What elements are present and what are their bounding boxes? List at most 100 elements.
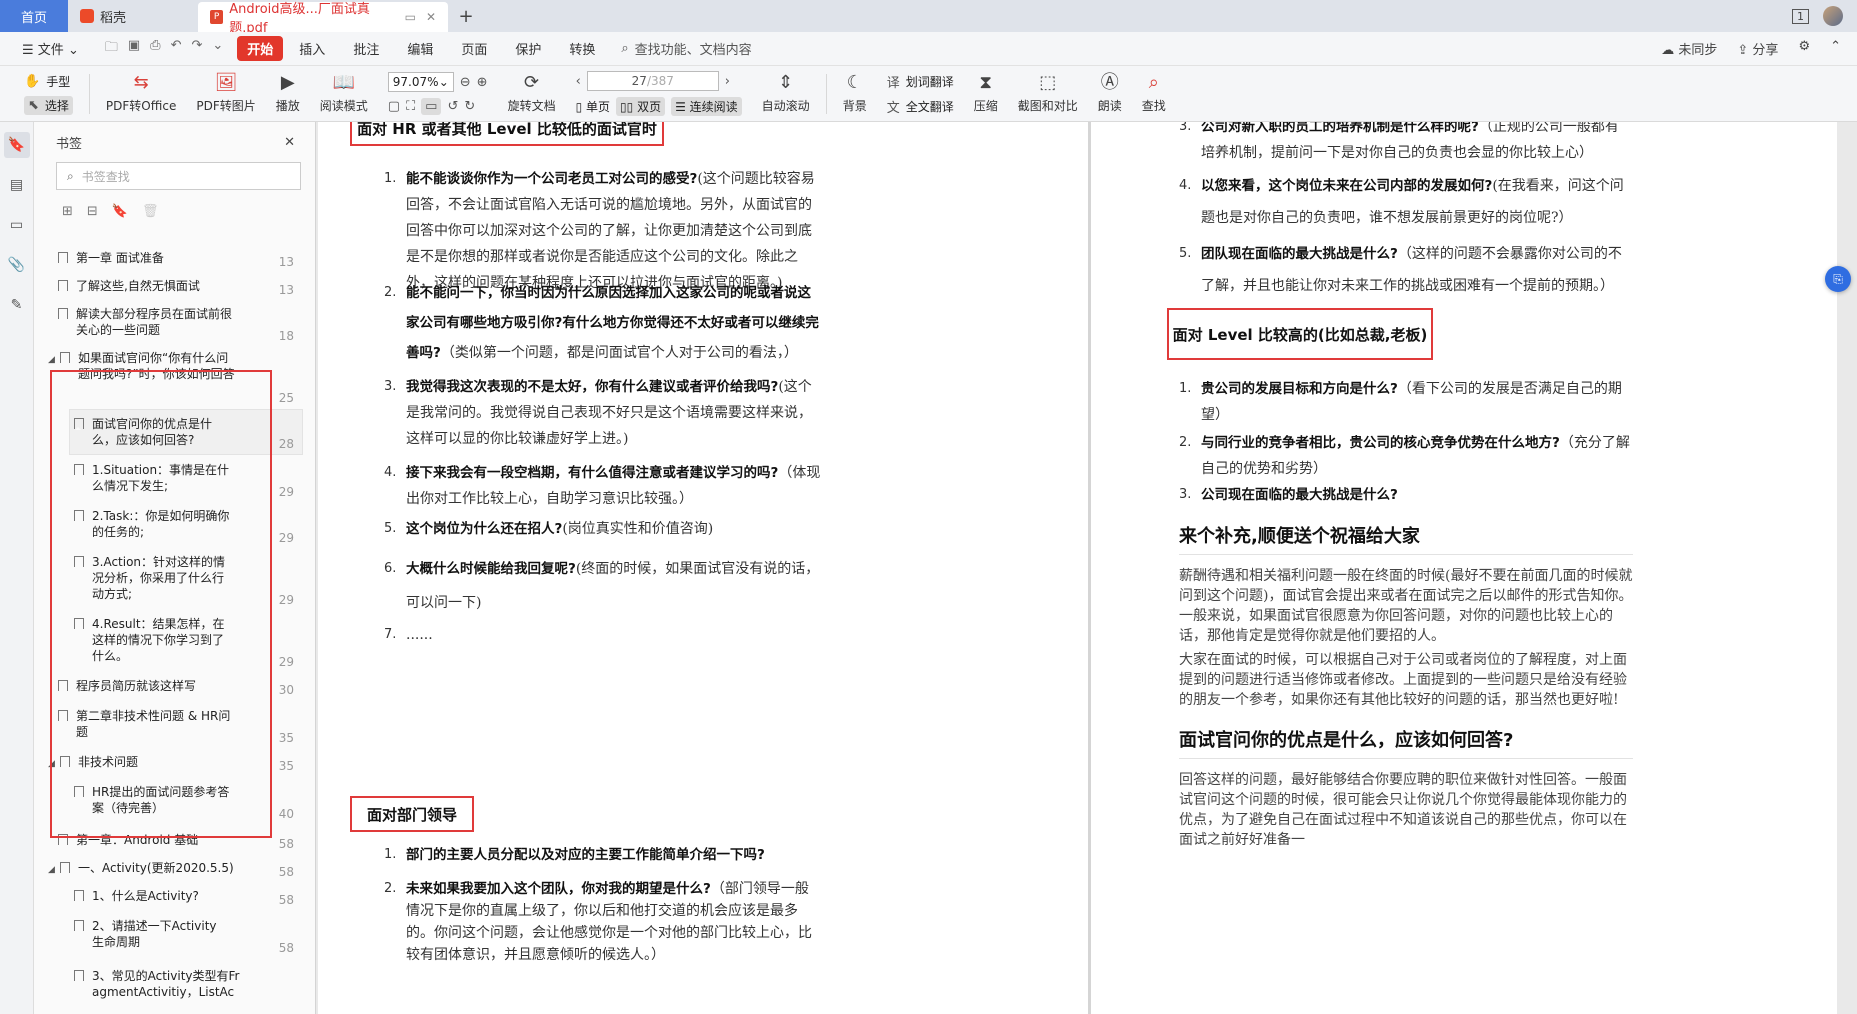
compress-icon: ⧗ xyxy=(979,72,993,93)
menu-file[interactable]: ☰ 文件 ⌄ xyxy=(10,35,91,62)
bookmark-item[interactable]: 1、什么是Activity? 58 xyxy=(74,882,316,910)
bookmark-label: 1、什么是Activity? xyxy=(92,889,199,903)
more-icon[interactable]: ⌄ xyxy=(212,38,223,60)
next-page-icon[interactable]: › xyxy=(725,74,730,89)
bookmark-panel-icon[interactable]: 🔖 xyxy=(3,132,30,158)
pdf-to-image-button[interactable]: 🖼 PDF转图片 xyxy=(186,73,265,114)
moon-icon: ☾ xyxy=(846,72,863,93)
single-page-button[interactable]: ▯ 单页 xyxy=(576,98,610,115)
question-bold: 我觉得我这次表现的不是太好，你有什么建议或者评价给我吗? xyxy=(406,379,779,395)
item-number: 1. xyxy=(384,171,397,186)
menu-search[interactable]: ⌕ 查找功能、文档内容 xyxy=(611,35,761,62)
question-bold: 能不能谈谈你作为一个公司老员工对公司的感受? xyxy=(406,171,698,187)
menu-start[interactable]: 开始 xyxy=(237,36,284,61)
add-bookmark-icon[interactable]: 🔖 xyxy=(112,204,128,228)
word-translate-button[interactable]: 译划词翻译 xyxy=(887,72,954,91)
open-folder-icon[interactable]: 🗀 xyxy=(105,38,118,60)
auto-scroll-label: 自动滚动 xyxy=(761,99,810,113)
background-button[interactable]: ☾ 背景 xyxy=(833,73,877,114)
avatar[interactable] xyxy=(1823,6,1843,26)
bookmark-item[interactable]: 第一章 面试准备 13 xyxy=(58,244,316,272)
bookmark-page: 29 xyxy=(278,485,294,499)
new-tab-button[interactable]: + xyxy=(448,0,484,32)
collapse-all-icon[interactable]: ⊟ xyxy=(87,204,98,228)
collapse-icon[interactable]: ⌃ xyxy=(1830,39,1841,58)
close-tab-icon[interactable]: ✕ xyxy=(426,10,436,24)
pin-icon[interactable]: ▭ xyxy=(405,10,416,24)
pdf-to-office-button[interactable]: ⇆ PDF转Office xyxy=(96,73,186,114)
translate-icon: 译 xyxy=(886,75,900,91)
menu-insert[interactable]: 插入 xyxy=(287,35,337,62)
window-count-badge[interactable]: 1 xyxy=(1792,8,1809,24)
bookmark-item[interactable]: 3、常见的Activity类型有FragmentActivitiy，ListAc xyxy=(74,962,316,1008)
fit-width-icon[interactable]: ▭ xyxy=(421,98,442,115)
undo-icon[interactable]: ↶ xyxy=(171,38,182,60)
play-button[interactable]: ▶ 播放 xyxy=(266,73,310,114)
redo-icon[interactable]: ↷ xyxy=(191,38,202,60)
rotate-right-icon[interactable]: ↻ xyxy=(464,99,475,114)
thumbnail-icon[interactable]: ▤ xyxy=(4,172,30,198)
tab-wps[interactable]: 稻壳 xyxy=(68,0,198,32)
question-bold: 大概什么时候能给我回复呢? xyxy=(406,561,576,577)
bookmark-icon xyxy=(58,252,68,264)
page-current: 27 xyxy=(631,74,647,88)
question-note: （类似第一个问题，都是问面试官个人对于公司的看法，） xyxy=(440,345,798,361)
menu-edit[interactable]: 编辑 xyxy=(395,35,445,62)
actual-size-icon[interactable]: ▢ xyxy=(388,99,400,114)
continuous-read-label: 连续阅读 xyxy=(689,100,738,114)
prev-page-icon[interactable]: ‹ xyxy=(576,74,581,89)
tab-home[interactable]: 首页 xyxy=(0,0,68,32)
menu-annotate[interactable]: 批注 xyxy=(341,35,391,62)
screenshot-compare-button[interactable]: ⬚ 截图和对比 xyxy=(1008,73,1088,114)
bookmark-label: 第一章 面试准备 xyxy=(76,251,164,265)
bookmark-item[interactable]: 了解这些,自然无惧面试 13 xyxy=(58,272,316,300)
assistant-float-button[interactable]: ⎘ xyxy=(1825,266,1851,292)
fit-page-icon[interactable]: ⛶ xyxy=(406,99,415,114)
share-button[interactable]: ⇪ 分享 xyxy=(1737,39,1778,58)
search-icon: ⌕ xyxy=(67,168,74,183)
select-tool[interactable]: ⬉ 选择 xyxy=(24,95,73,115)
collapse-arrow-icon[interactable]: ◢ xyxy=(48,860,60,882)
comment-icon[interactable]: ▭ xyxy=(4,212,30,238)
page-number-input[interactable]: 27/387 xyxy=(586,71,719,91)
read-aloud-button[interactable]: Ⓐ 朗读 xyxy=(1088,73,1132,114)
hand-tool[interactable]: ✋ 手型 xyxy=(24,73,73,90)
attachment-icon[interactable]: 📎 xyxy=(4,252,30,278)
play-label: 播放 xyxy=(275,99,300,113)
menu-convert[interactable]: 转换 xyxy=(557,35,607,62)
zoom-in-icon[interactable]: ⊕ xyxy=(477,75,488,90)
heading-rule xyxy=(1179,758,1633,759)
signature-icon[interactable]: ✎ xyxy=(4,292,30,318)
bookmark-search-input[interactable]: ⌕ 书签查找 xyxy=(56,162,301,190)
compress-button[interactable]: ⧗ 压缩 xyxy=(964,73,1008,114)
zoom-select[interactable]: 97.07% ⌄ xyxy=(387,72,454,92)
full-translate-label: 全文翻译 xyxy=(905,99,954,114)
zoom-out-icon[interactable]: ⊖ xyxy=(460,75,471,90)
menu-page[interactable]: 页面 xyxy=(449,35,499,62)
pdf-page-right: 3. 公司对新入职的员工的培养机制是什么样的呢?（正规的公司一般都有培养机制，提… xyxy=(1091,122,1837,1014)
find-button[interactable]: ⌕ 查找 xyxy=(1132,73,1176,114)
tab-document[interactable]: P Android高级...厂面试真题.pdf ▭ ✕ xyxy=(198,2,448,36)
close-icon[interactable]: ✕ xyxy=(284,135,295,150)
double-page-button[interactable]: ▯▯ 双页 xyxy=(616,97,666,116)
sync-status[interactable]: ☁ 未同步 xyxy=(1661,39,1717,58)
question-item: 2. 未来如果我要加入这个团队，你对我的期望是什么?（部门领导一般情况下是你的直… xyxy=(384,878,822,966)
document-viewport[interactable]: 面对 HR 或者其他 Level 比较低的面试官时 1. 能不能谈谈你作为一个公… xyxy=(318,122,1857,1014)
rotate-document-button[interactable]: ⟳ 旋转文档 xyxy=(498,73,566,114)
expand-all-icon[interactable]: ⊞ xyxy=(62,204,73,228)
menu-protect[interactable]: 保护 xyxy=(503,35,553,62)
print-icon[interactable]: ⎙ xyxy=(150,38,160,60)
full-translate-button[interactable]: 文全文翻译 xyxy=(887,97,954,116)
bookmark-item[interactable]: 解读大部分程序员在面试前很关心的一些问题 18 xyxy=(58,300,316,346)
bookmark-page: 40 xyxy=(278,807,294,821)
continuous-read-button[interactable]: ☰ 连续阅读 xyxy=(671,97,742,116)
delete-bookmark-icon[interactable]: 🗑 xyxy=(142,204,159,228)
settings-icon[interactable]: ⚙ xyxy=(1798,39,1810,58)
auto-scroll-button[interactable]: ⇕ 自动滚动 xyxy=(752,73,820,114)
section-heading-hr-text: 面对 HR 或者其他 Level 比较低的面试官时 xyxy=(357,122,657,138)
read-mode-button[interactable]: 📖 阅读模式 xyxy=(310,73,378,114)
rotate-left-icon[interactable]: ↺ xyxy=(447,99,458,114)
bookmark-item[interactable]: 2、请描述一下Activity 生命周期 58 xyxy=(74,912,316,958)
save-icon[interactable]: ▣ xyxy=(128,38,140,60)
bookmark-item[interactable]: ◢ 一、Activity(更新2020.5.5) 58 xyxy=(48,854,316,882)
